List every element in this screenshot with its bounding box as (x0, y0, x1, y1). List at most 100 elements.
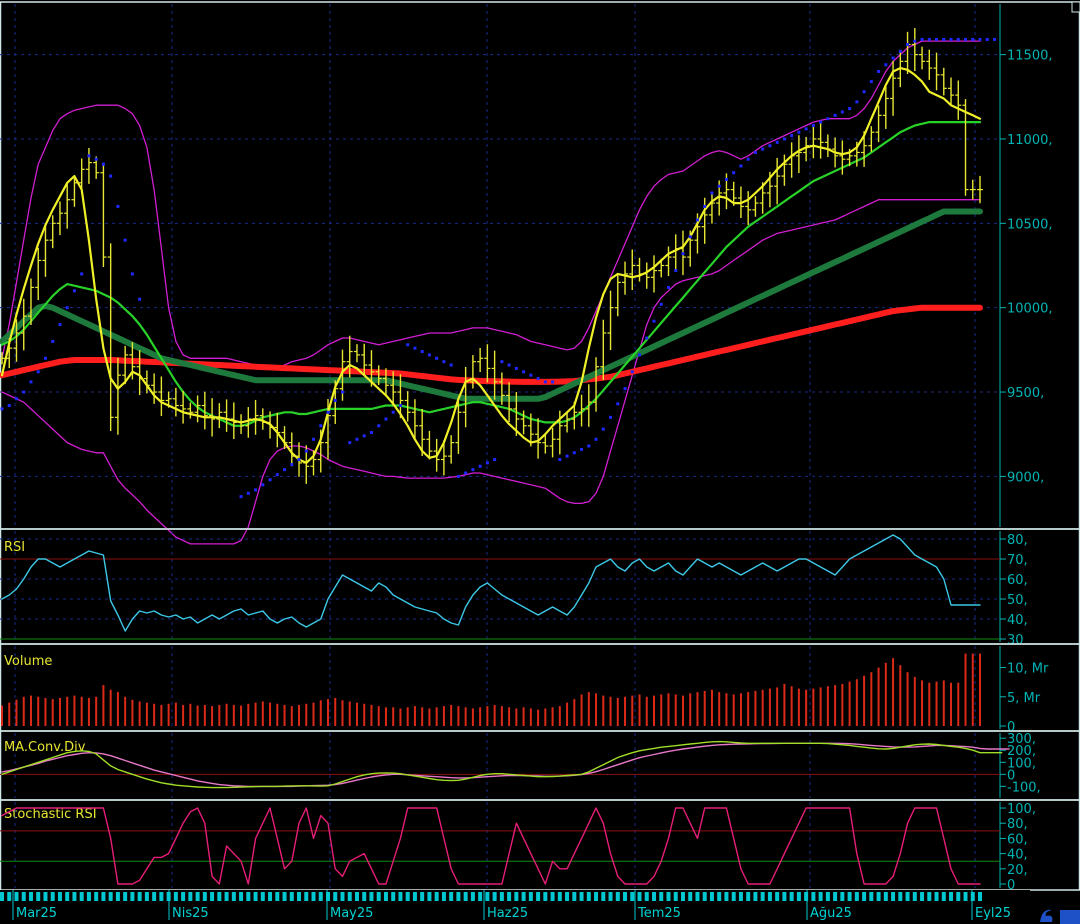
time-axis-tick (796, 892, 801, 901)
volume-bar (319, 700, 322, 726)
volume-bar (537, 709, 540, 726)
parabolic-sar-point (14, 397, 18, 401)
time-axis-tick (949, 892, 954, 901)
volume-bar (196, 705, 199, 726)
parabolic-sar-point (7, 404, 11, 408)
time-axis-tick (782, 892, 787, 901)
volume-bar (269, 702, 272, 726)
time-axis-tick (28, 892, 33, 901)
time-axis-tick (934, 892, 939, 901)
y-tick-label: 100, (1007, 802, 1036, 817)
time-axis-tick (253, 892, 258, 901)
time-axis-tick (130, 892, 135, 901)
y-tick-label: 80, (1007, 533, 1028, 548)
y-tick-label: 70, (1007, 553, 1028, 568)
time-axis-tick (702, 892, 707, 901)
time-axis-tick (427, 892, 432, 901)
volume-bar (312, 702, 315, 726)
time-axis-tick (0, 892, 4, 901)
volume-bar (225, 703, 228, 726)
volume-bar (182, 704, 185, 726)
time-axis-tick (449, 892, 454, 901)
time-axis-tick (188, 892, 193, 901)
time-axis-tick (478, 892, 483, 901)
volume-bar (551, 707, 554, 726)
volume-bar (812, 688, 815, 726)
time-axis-tick (528, 892, 533, 901)
volume-bar (899, 665, 902, 726)
parabolic-sar-point (942, 37, 946, 41)
time-axis-tick (79, 892, 84, 901)
time-axis-tick (978, 892, 982, 901)
time-axis-tick (282, 892, 287, 901)
time-axis-tick (239, 892, 244, 901)
volume-bar (413, 706, 416, 726)
time-axis-tick (680, 892, 685, 901)
parabolic-sar-point (43, 356, 47, 360)
parabolic-sar-point (442, 360, 446, 364)
time-axis-tick (883, 892, 888, 901)
time-axis-tick (152, 892, 157, 901)
parabolic-sar-point (732, 171, 736, 175)
volume-bar (145, 702, 148, 726)
parabolic-sar-point (246, 491, 250, 495)
parabolic-sar-point (630, 370, 634, 374)
volume-bar (500, 706, 503, 726)
time-axis-tick (144, 892, 149, 901)
corner-box[interactable] (1071, 1, 1080, 13)
parabolic-sar-point (580, 447, 584, 451)
time-axis-tick (57, 892, 62, 901)
parabolic-sar-point (862, 90, 866, 94)
volume-bar (703, 690, 706, 726)
parabolic-sar-point (833, 113, 837, 117)
volume-bar (783, 683, 786, 726)
time-axis-tick (869, 892, 874, 901)
time-axis-tick (666, 892, 671, 901)
parabolic-sar-point (536, 377, 540, 381)
time-axis-tick (72, 892, 77, 901)
time-axis-tick (615, 892, 620, 901)
stock-chart: 11500,11000,10500,10000,9500,9000, RSI 8… (0, 0, 1080, 924)
parabolic-sar-point (717, 184, 721, 188)
volume-bar (921, 680, 924, 726)
volume-bar (399, 708, 402, 726)
time-axis-tick (420, 892, 425, 901)
parabolic-sar-point (551, 380, 555, 384)
parabolic-sar-point (616, 402, 620, 406)
parabolic-sar-point (51, 339, 55, 343)
parabolic-sar-point (340, 390, 344, 394)
y-tick-label: 80, (1007, 817, 1028, 832)
volume-bar (855, 679, 858, 726)
volume-bar (566, 702, 569, 726)
parabolic-sar-point (493, 458, 497, 462)
time-axis-tick (173, 892, 178, 901)
volume-bar (22, 696, 25, 726)
y-tick-label: 9000, (1007, 470, 1044, 485)
volume-bar (681, 695, 684, 726)
time-axis[interactable]: Mar25 Nis25 May25 Haz25 Tem25 Ağu25 Eyl25 (0, 890, 1030, 924)
parabolic-sar-point (811, 123, 815, 127)
parabolic-sar-point (587, 444, 591, 448)
parabolic-sar-point (116, 204, 120, 208)
volume-bar (957, 682, 960, 726)
volume-bar (254, 702, 257, 726)
time-axis-tick (543, 892, 548, 901)
parabolic-sar-point (522, 370, 526, 374)
parabolic-sar-point (138, 297, 142, 301)
time-axis-tick (898, 892, 903, 901)
time-axis-tick (637, 892, 642, 901)
parabolic-sar-point (609, 415, 613, 419)
volume-bar (131, 699, 134, 726)
y-tick-label: -100, (1007, 780, 1041, 795)
time-axis-label: Nis25 (172, 906, 209, 921)
volume-panel-title: Volume (4, 654, 52, 669)
time-axis-tick (891, 892, 896, 901)
parabolic-sar-point (623, 387, 627, 391)
volume-bar (587, 692, 590, 726)
volume-bar (674, 694, 677, 726)
parabolic-sar-point (739, 164, 743, 168)
time-axis-tick (260, 892, 265, 901)
volume-bar (450, 704, 453, 726)
time-axis-tick (579, 892, 584, 901)
volume-bar (305, 703, 308, 726)
